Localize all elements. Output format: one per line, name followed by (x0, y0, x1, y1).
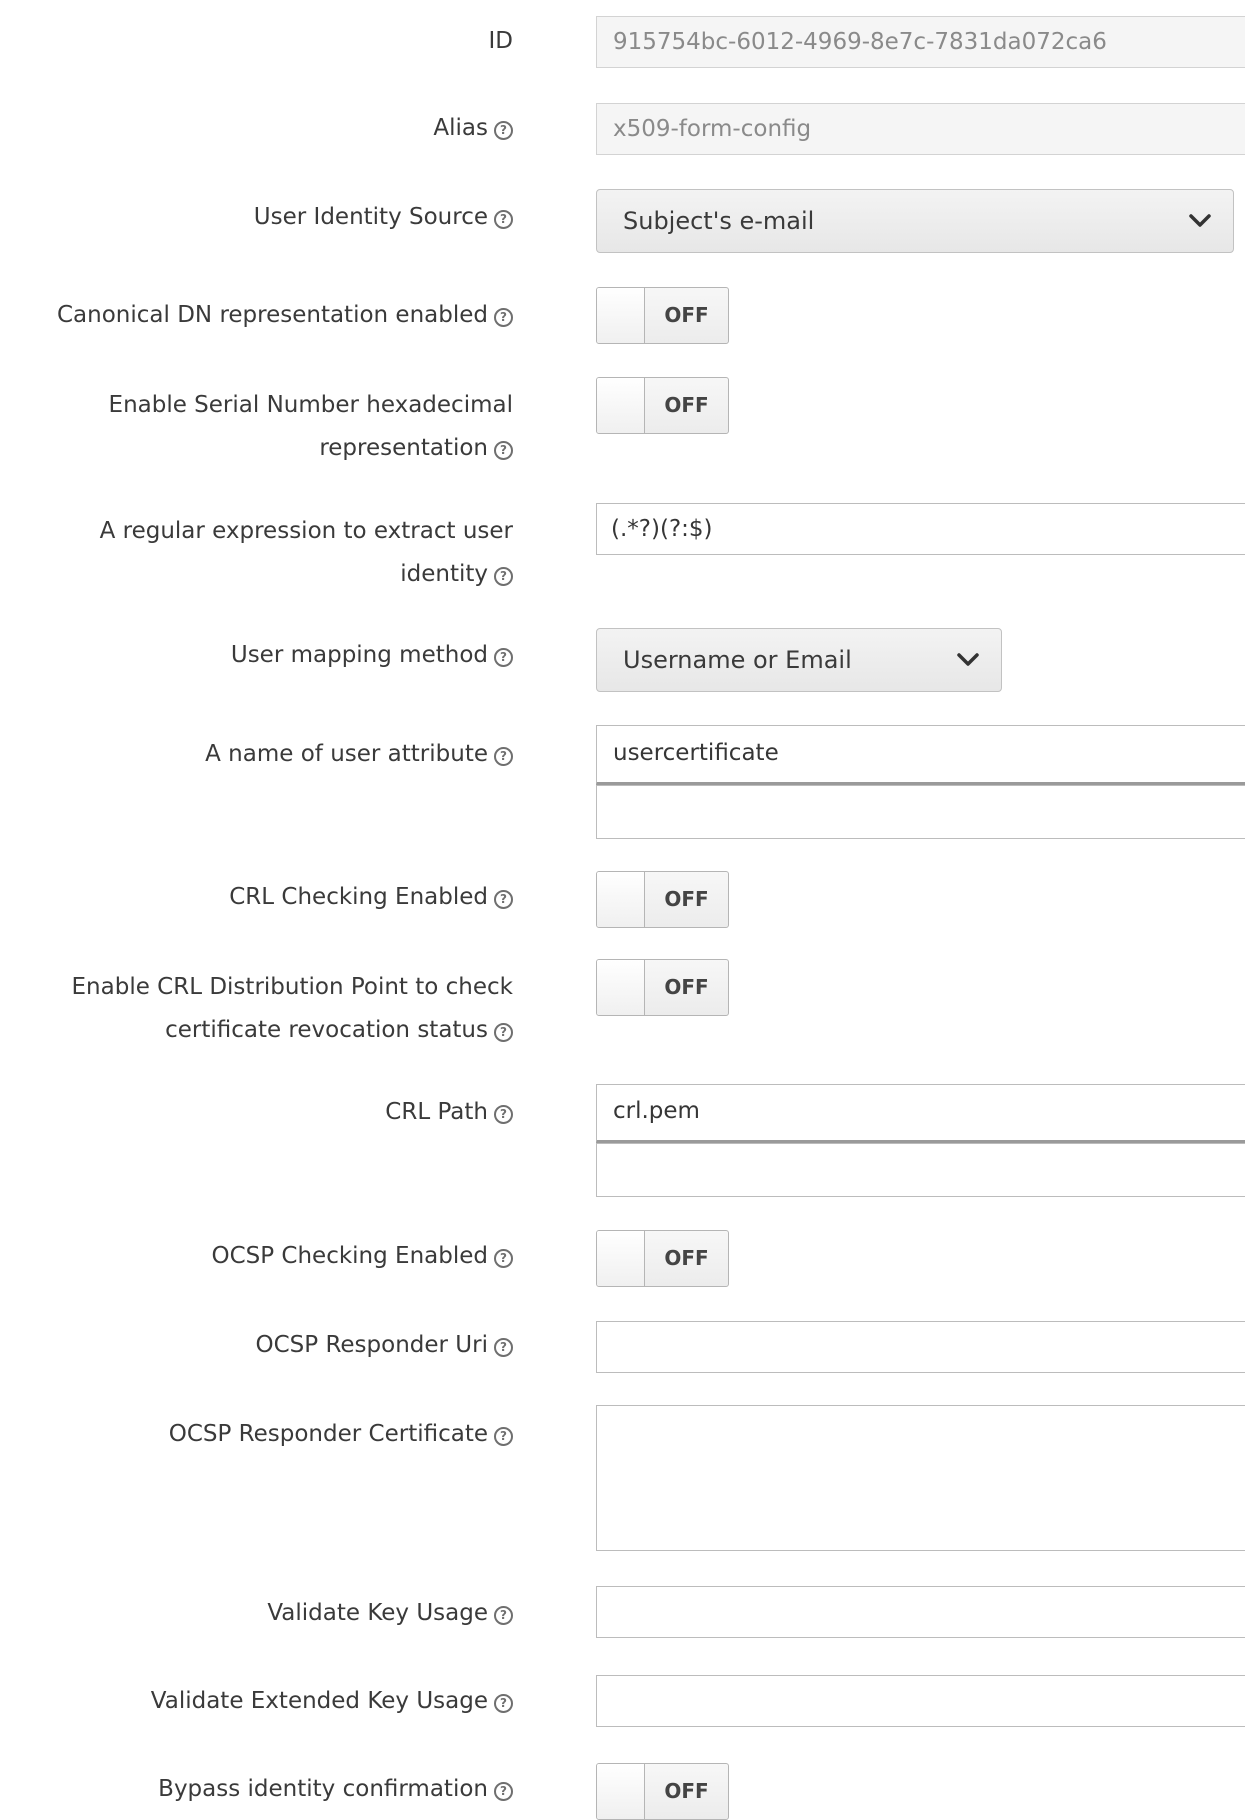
toggle-state: OFF (664, 303, 709, 327)
help-icon[interactable]: ? (494, 1694, 513, 1713)
id-label: ID (488, 28, 514, 54)
crl-path-extra-field[interactable] (596, 1143, 1245, 1197)
label-line: representation? (109, 427, 513, 470)
chevron-down-icon (1189, 214, 1211, 227)
alias-label: Alias? (433, 107, 513, 150)
toggle-state: OFF (664, 1246, 709, 1270)
crl-checking-toggle[interactable]: OFF (596, 871, 729, 928)
toggle-knob (597, 378, 645, 433)
validate-ext-key-usage-label: Validate Extended Key Usage? (151, 1680, 513, 1723)
crl-path-field[interactable]: crl.pem (596, 1084, 1245, 1143)
label-line: identity? (100, 553, 513, 596)
help-icon[interactable]: ? (494, 567, 513, 586)
help-icon[interactable]: ? (494, 1338, 513, 1357)
user-identity-source-label: User Identity Source? (254, 196, 513, 239)
crl-distribution-toggle[interactable]: OFF (596, 959, 729, 1016)
toggle-knob (597, 872, 645, 927)
help-icon[interactable]: ? (494, 308, 513, 327)
user-attribute-extra-field[interactable] (596, 785, 1245, 839)
toggle-knob (597, 1764, 645, 1819)
help-icon[interactable]: ? (494, 210, 513, 229)
toggle-knob (597, 960, 645, 1015)
help-icon[interactable]: ? (494, 441, 513, 460)
crl-path-label: CRL Path? (385, 1091, 513, 1134)
label-line: Enable CRL Distribution Point to check (71, 974, 513, 1000)
user-attribute-label: A name of user attribute? (205, 733, 513, 776)
ocsp-responder-uri-field[interactable] (596, 1321, 1245, 1373)
help-icon[interactable]: ? (494, 121, 513, 140)
user-identity-source-value: Subject's e-mail (623, 207, 815, 235)
regex-field[interactable]: (.*?)(?:$) (596, 503, 1245, 555)
serial-hex-toggle[interactable]: OFF (596, 377, 729, 434)
user-attribute-field[interactable]: usercertificate (596, 725, 1245, 785)
help-icon[interactable]: ? (494, 747, 513, 766)
toggle-knob (597, 1231, 645, 1286)
validate-key-usage-field[interactable] (596, 1586, 1245, 1638)
ocsp-responder-uri-label: OCSP Responder Uri? (256, 1324, 513, 1367)
help-icon[interactable]: ? (494, 1427, 513, 1446)
help-icon[interactable]: ? (494, 1782, 513, 1801)
help-icon[interactable]: ? (494, 890, 513, 909)
user-mapping-method-value: Username or Email (623, 646, 852, 674)
id-field[interactable]: 915754bc-6012-4969-8e7c-7831da072ca6 (596, 16, 1245, 68)
label-line: A regular expression to extract user (99, 518, 513, 544)
crl-distribution-label: Enable CRL Distribution Point to check c… (72, 966, 513, 1052)
user-identity-source-select[interactable]: Subject's e-mail (596, 189, 1234, 253)
toggle-state: OFF (664, 887, 709, 911)
ocsp-checking-label: OCSP Checking Enabled? (211, 1235, 513, 1278)
help-icon[interactable]: ? (494, 648, 513, 667)
canonical-dn-toggle[interactable]: OFF (596, 287, 729, 344)
serial-hex-label: Enable Serial Number hexadecimal represe… (109, 384, 513, 470)
bypass-identity-toggle[interactable]: OFF (596, 1763, 729, 1820)
help-icon[interactable]: ? (494, 1249, 513, 1268)
toggle-knob (597, 288, 645, 343)
toggle-state: OFF (664, 393, 709, 417)
user-mapping-method-label: User mapping method? (231, 634, 513, 677)
toggle-state: OFF (664, 975, 709, 999)
alias-field[interactable]: x509-form-config (596, 103, 1245, 155)
toggle-state: OFF (664, 1779, 709, 1803)
crl-checking-label: CRL Checking Enabled? (229, 876, 513, 919)
user-mapping-method-select[interactable]: Username or Email (596, 628, 1002, 692)
bypass-identity-label: Bypass identity confirmation? (158, 1768, 513, 1811)
ocsp-checking-toggle[interactable]: OFF (596, 1230, 729, 1287)
chevron-down-icon (957, 653, 979, 666)
help-icon[interactable]: ? (494, 1105, 513, 1124)
validate-key-usage-label: Validate Key Usage? (267, 1592, 513, 1635)
canonical-dn-label: Canonical DN representation enabled? (57, 294, 513, 337)
ocsp-responder-cert-textarea[interactable] (596, 1405, 1245, 1551)
validate-ext-key-usage-field[interactable] (596, 1675, 1245, 1727)
label-line: Enable Serial Number hexadecimal (108, 392, 513, 418)
regex-label: A regular expression to extract user ide… (100, 510, 513, 596)
help-icon[interactable]: ? (494, 1023, 513, 1042)
ocsp-responder-cert-label: OCSP Responder Certificate? (169, 1413, 513, 1456)
help-icon[interactable]: ? (494, 1606, 513, 1625)
label-line: certificate revocation status? (72, 1009, 513, 1052)
